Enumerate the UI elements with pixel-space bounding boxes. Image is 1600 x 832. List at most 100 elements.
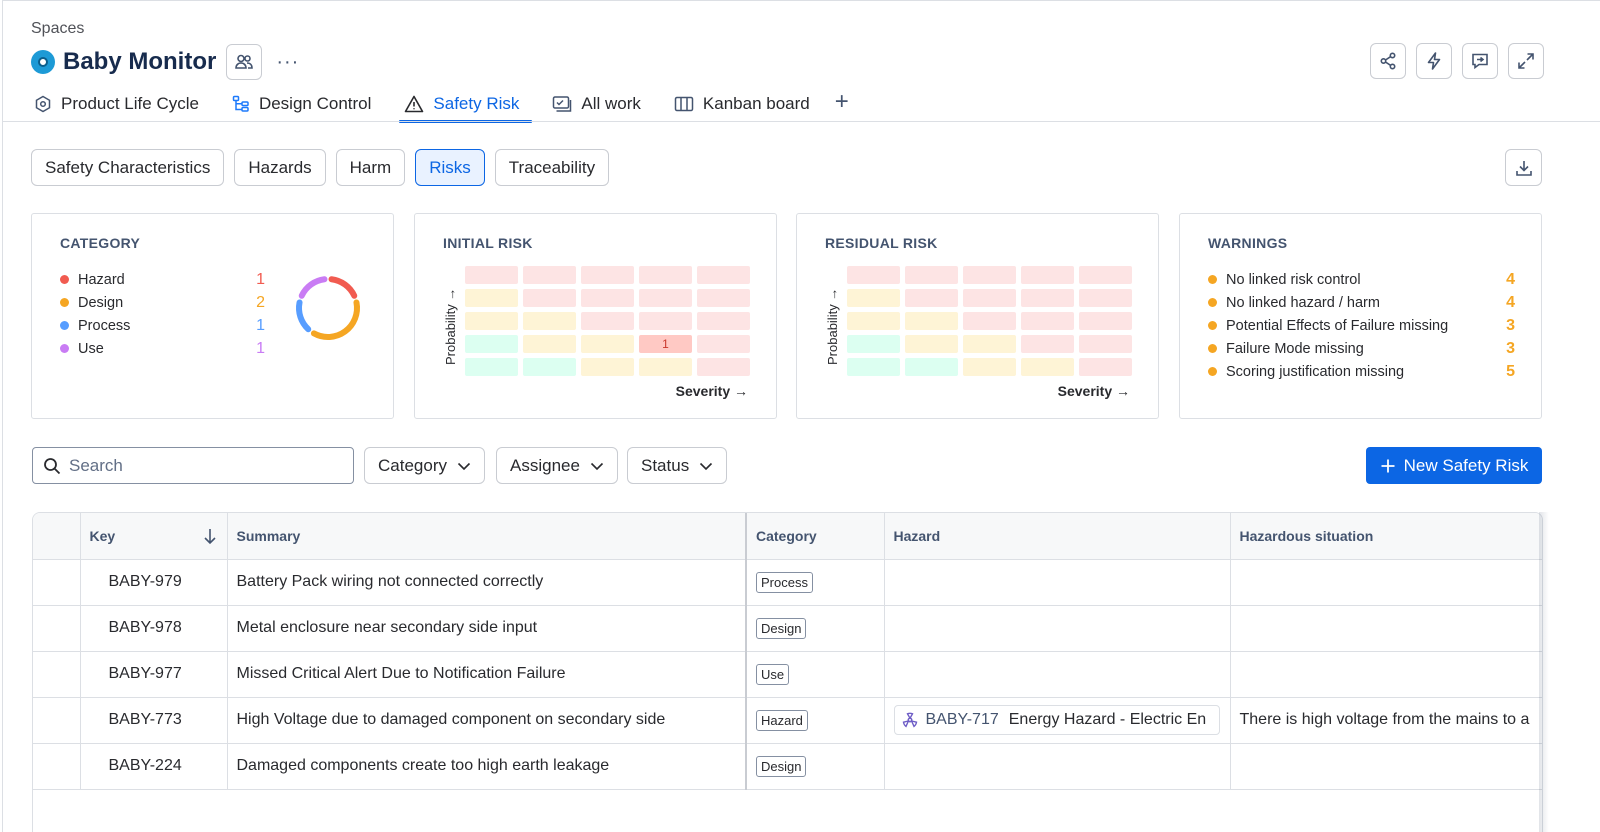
summary-column-header[interactable]: Summary xyxy=(227,513,747,560)
key-cell[interactable]: BABY-978 xyxy=(80,605,228,652)
subtab-risks[interactable]: Risks xyxy=(415,149,485,186)
table-row[interactable]: BABY-978 Metal enclosure near secondary … xyxy=(33,605,1542,652)
risk-matrix-cell[interactable] xyxy=(697,266,750,284)
subtab-hazards[interactable]: Hazards xyxy=(234,149,326,186)
risk-matrix-cell[interactable] xyxy=(697,358,750,376)
risk-matrix-cell[interactable] xyxy=(465,266,518,284)
fullscreen-button[interactable] xyxy=(1508,43,1544,79)
risk-matrix-cell[interactable] xyxy=(1079,312,1132,330)
risk-matrix-cell[interactable] xyxy=(1021,335,1074,353)
risk-matrix-cell[interactable] xyxy=(581,335,634,353)
risk-matrix-cell[interactable] xyxy=(847,312,900,330)
row-select-cell[interactable] xyxy=(33,651,81,698)
feedback-button[interactable] xyxy=(1462,43,1498,79)
risk-matrix-cell[interactable] xyxy=(905,335,958,353)
risk-matrix-cell[interactable] xyxy=(1079,289,1132,307)
subtab-safety-characteristics[interactable]: Safety Characteristics xyxy=(31,149,225,186)
key-cell[interactable]: BABY-773 xyxy=(80,697,228,744)
breadcrumb[interactable]: Spaces xyxy=(31,20,84,38)
risk-matrix-cell[interactable] xyxy=(697,312,750,330)
risk-matrix-cell[interactable] xyxy=(581,358,634,376)
tab-design-control[interactable]: Design Control xyxy=(229,87,374,121)
hazardous-situation-column-header[interactable]: Hazardous situation xyxy=(1230,513,1542,560)
status-filter-dropdown[interactable]: Status xyxy=(627,447,728,484)
risk-matrix-cell[interactable] xyxy=(905,289,958,307)
risk-matrix-cell[interactable] xyxy=(581,312,634,330)
warning-item[interactable]: No linked hazard / harm 4 xyxy=(1208,291,1515,314)
table-row[interactable]: BABY-979 Battery Pack wiring not connect… xyxy=(33,559,1542,606)
warning-item[interactable]: Scoring justification missing 5 xyxy=(1208,360,1515,383)
risk-matrix-cell[interactable] xyxy=(697,335,750,353)
hazard-column-header[interactable]: Hazard xyxy=(884,513,1231,560)
key-cell[interactable]: BABY-224 xyxy=(80,743,228,790)
key-cell[interactable]: BABY-979 xyxy=(80,559,228,606)
search-field[interactable] xyxy=(32,447,354,484)
hazard-link-chip[interactable]: BABY-717 Energy Hazard - Electric En xyxy=(893,705,1220,735)
risk-matrix-cell[interactable] xyxy=(1079,358,1132,376)
risk-matrix-cell[interactable] xyxy=(905,358,958,376)
risk-matrix-cell[interactable] xyxy=(1079,266,1132,284)
risk-matrix-cell[interactable]: 1 xyxy=(639,335,692,353)
summary-cell[interactable]: Damaged components create too high earth… xyxy=(227,743,747,790)
risk-matrix-cell[interactable] xyxy=(639,266,692,284)
risk-matrix-cell[interactable] xyxy=(639,312,692,330)
row-select-cell[interactable] xyxy=(33,697,81,744)
subtab-harm[interactable]: Harm xyxy=(335,149,406,186)
risk-matrix-cell[interactable] xyxy=(963,335,1016,353)
hazardous-situation-cell[interactable]: There is high voltage from the mains to … xyxy=(1230,697,1542,744)
risk-matrix-cell[interactable] xyxy=(1021,312,1074,330)
table-row[interactable]: BABY-773 High Voltage due to damaged com… xyxy=(33,697,1542,744)
risk-matrix-cell[interactable] xyxy=(523,266,576,284)
category-filter-dropdown[interactable]: Category xyxy=(364,447,485,484)
warning-item[interactable]: Potential Effects of Failure missing 3 xyxy=(1208,314,1515,337)
risk-matrix-cell[interactable] xyxy=(905,266,958,284)
tab-kanban-board[interactable]: Kanban board xyxy=(671,87,813,121)
risk-matrix-cell[interactable] xyxy=(963,358,1016,376)
hazard-cell[interactable] xyxy=(884,605,1231,652)
sort-descending-icon[interactable] xyxy=(202,527,218,545)
hazard-cell[interactable] xyxy=(884,651,1231,698)
summary-cell[interactable]: High Voltage due to damaged component on… xyxy=(227,697,747,744)
key-column-header[interactable]: Key xyxy=(80,513,228,560)
tab-all-work[interactable]: All work xyxy=(549,87,644,121)
hazardous-situation-cell[interactable] xyxy=(1230,651,1542,698)
risk-matrix-cell[interactable] xyxy=(581,289,634,307)
warning-item[interactable]: No linked risk control 4 xyxy=(1208,268,1515,291)
tab-safety-risk[interactable]: Safety Risk xyxy=(399,87,533,123)
risk-matrix-cell[interactable] xyxy=(523,289,576,307)
summary-cell[interactable]: Missed Critical Alert Due to Notificatio… xyxy=(227,651,747,698)
automation-button[interactable] xyxy=(1416,43,1452,79)
risk-matrix-cell[interactable] xyxy=(1021,266,1074,284)
hazard-cell[interactable] xyxy=(884,559,1231,606)
risk-matrix-cell[interactable] xyxy=(465,335,518,353)
risk-matrix-cell[interactable] xyxy=(523,312,576,330)
hazardous-situation-cell[interactable] xyxy=(1230,743,1542,790)
risk-matrix-cell[interactable] xyxy=(465,289,518,307)
risk-matrix-cell[interactable] xyxy=(639,289,692,307)
risk-matrix-cell[interactable] xyxy=(905,312,958,330)
risk-matrix-cell[interactable] xyxy=(847,289,900,307)
risk-matrix-cell[interactable] xyxy=(465,358,518,376)
row-select-cell[interactable] xyxy=(33,605,81,652)
risk-matrix-cell[interactable] xyxy=(1079,335,1132,353)
new-safety-risk-button[interactable]: New Safety Risk xyxy=(1366,447,1542,484)
risk-matrix-cell[interactable] xyxy=(697,289,750,307)
category-column-header[interactable]: Category xyxy=(746,513,885,560)
risk-matrix-cell[interactable] xyxy=(465,312,518,330)
subtab-traceability[interactable]: Traceability xyxy=(494,149,610,186)
table-row[interactable]: BABY-977 Missed Critical Alert Due to No… xyxy=(33,651,1542,698)
hazardous-situation-cell[interactable] xyxy=(1230,559,1542,606)
risk-matrix-cell[interactable] xyxy=(581,266,634,284)
risk-matrix-cell[interactable] xyxy=(1021,289,1074,307)
risk-matrix-cell[interactable] xyxy=(523,358,576,376)
risk-matrix-cell[interactable] xyxy=(847,358,900,376)
risk-matrix-cell[interactable] xyxy=(963,266,1016,284)
risk-matrix-cell[interactable] xyxy=(847,335,900,353)
assignee-filter-dropdown[interactable]: Assignee xyxy=(496,447,618,484)
people-button[interactable] xyxy=(226,44,263,80)
summary-cell[interactable]: Metal enclosure near secondary side inpu… xyxy=(227,605,747,652)
add-tab-button[interactable]: + xyxy=(835,87,849,121)
row-select-cell[interactable] xyxy=(33,559,81,606)
risk-matrix-cell[interactable] xyxy=(963,312,1016,330)
risk-matrix-cell[interactable] xyxy=(1021,358,1074,376)
